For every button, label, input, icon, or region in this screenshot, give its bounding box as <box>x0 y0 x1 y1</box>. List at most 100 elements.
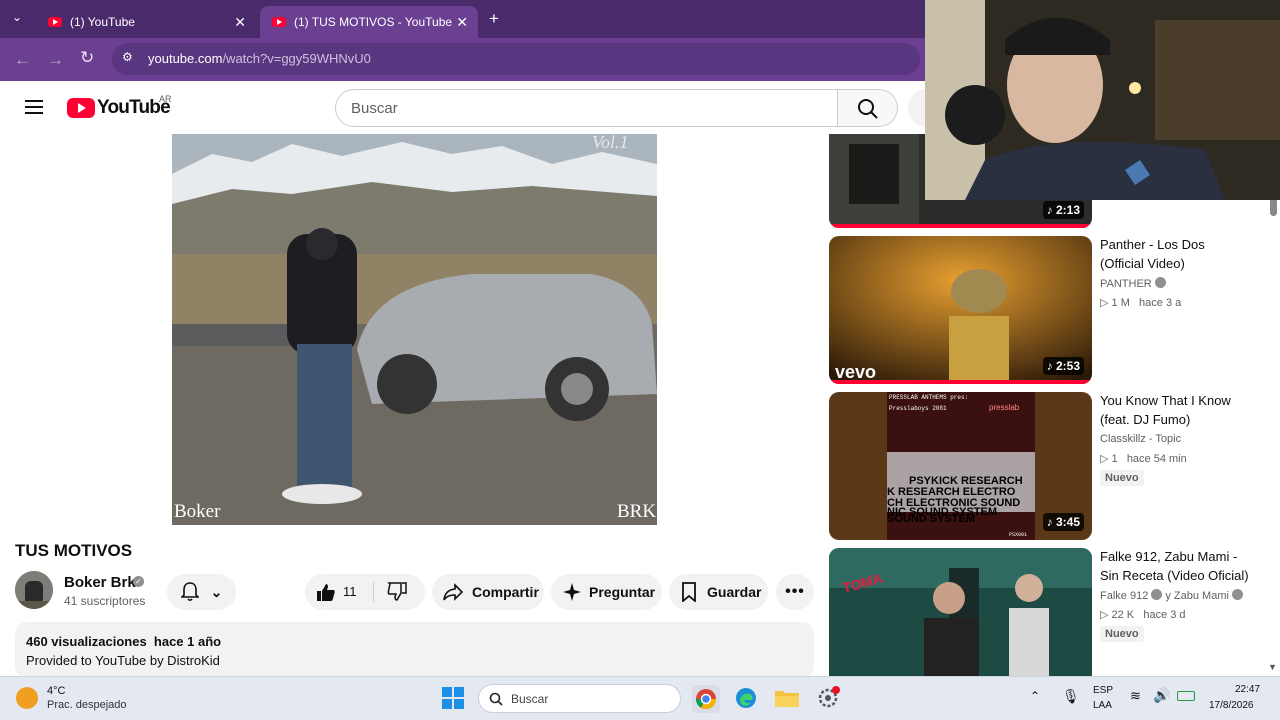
weather-sun-icon <box>16 687 38 709</box>
duration-text: 2:13 <box>1055 203 1080 217</box>
channel-avatar[interactable] <box>15 571 53 609</box>
back-icon[interactable]: ← <box>14 50 31 70</box>
watch-progress-bar <box>829 380 1092 384</box>
youtube-favicon-icon <box>272 17 286 27</box>
channel-name[interactable]: Boker Brk <box>64 574 136 591</box>
scrollbar-thumb[interactable] <box>1270 198 1277 216</box>
wifi-icon[interactable]: ≋ <box>1130 688 1141 704</box>
new-tab-icon[interactable]: + <box>489 9 499 29</box>
related-channel[interactable]: Classkillz - Topic <box>1100 433 1181 445</box>
windows-logo-icon <box>442 687 464 709</box>
verified-icon: ✓ <box>133 576 144 587</box>
windows-taskbar: 4°C Prac. despejado Buscar ⌃ 🎙 ESP LAA ≋… <box>0 676 1280 720</box>
forward-icon[interactable]: → <box>47 50 64 70</box>
settings-taskbar-icon[interactable] <box>816 686 842 712</box>
clock-date[interactable]: 17/8/2026 <box>1209 700 1254 711</box>
ask-button[interactable]: Preguntar <box>551 574 662 610</box>
vevo-logo: vevo <box>835 362 876 382</box>
duration-badge: ♪ 3:45 <box>1042 513 1084 531</box>
tab-youtube-home[interactable]: (1) YouTube ✕ <box>36 6 256 38</box>
related-meta: ▷ 22 K hace 3 d <box>1100 609 1186 621</box>
video-player[interactable]: Boker BRK Vol.1 <box>172 134 657 525</box>
language-layout[interactable]: LAA <box>1093 700 1112 711</box>
url-field[interactable]: ⚙ youtube.com/watch?v=ggy59WHNvU0 <box>112 43 920 75</box>
search-input[interactable]: Buscar <box>335 89 838 127</box>
chrome-taskbar-icon[interactable] <box>692 685 720 713</box>
battery-icon[interactable] <box>1177 691 1195 701</box>
share-button[interactable]: Compartir <box>432 574 544 610</box>
youtube-header: YouTube AR Buscar <box>0 81 946 134</box>
reload-icon[interactable]: ↻ <box>80 48 94 68</box>
browser-tab-bar: ⌄ (1) YouTube ✕ (1) TUS MOTIVOS - YouTub… <box>0 0 925 38</box>
like-button[interactable]: 11 <box>305 574 373 610</box>
dislike-button[interactable] <box>374 574 425 610</box>
search-placeholder: Buscar <box>351 100 398 117</box>
close-tab-icon[interactable]: ✕ <box>456 14 468 31</box>
like-count: 11 <box>343 584 357 599</box>
new-badge: Nuevo <box>1100 626 1144 642</box>
start-button[interactable] <box>441 686 467 712</box>
file-explorer-icon[interactable] <box>774 686 800 712</box>
search-button[interactable] <box>838 89 898 127</box>
share-label: Compartir <box>472 584 539 600</box>
related-thumbnail-4[interactable]: TOMA <box>829 548 1092 676</box>
new-badge: Nuevo <box>1100 470 1144 486</box>
duration-badge: ♪ 2:13 <box>1042 201 1084 219</box>
like-dislike-group: 11 <box>305 574 425 610</box>
search-icon <box>858 99 878 119</box>
thumb-sub: Presslaboys 2081 <box>889 405 947 412</box>
thumb-header: PRESSLAB ANTHEMS pres: <box>889 394 968 401</box>
subscriber-count: 41 suscriptores <box>64 594 146 608</box>
language-code[interactable]: ESP <box>1093 685 1113 696</box>
thumb-corner: PSX001 <box>1009 532 1027 538</box>
thumb-line: SOUND SYSTEM <box>887 513 975 525</box>
related-channel[interactable]: Falke 912 y Zabu Mami <box>1100 589 1243 602</box>
description-text: Provided to YouTube by DistroKid <box>26 653 220 668</box>
volume-icon[interactable]: 🔊 <box>1153 687 1170 704</box>
url-text: youtube.com/watch?v=ggy59WHNvU0 <box>148 51 371 66</box>
save-button[interactable]: Guardar <box>669 574 768 610</box>
chevron-up-icon[interactable]: ⌃ <box>1030 689 1040 703</box>
thumbs-up-icon <box>317 584 335 601</box>
chevron-down-icon: ⌄ <box>210 583 223 600</box>
more-actions-button[interactable]: ••• <box>776 574 814 610</box>
subscribe-bell-button[interactable]: ⌄ <box>167 574 236 610</box>
channel-text-2: y Zabu Mami <box>1165 590 1229 602</box>
upload-age: hace 3 a <box>1139 297 1182 309</box>
tab-tus-motivos[interactable]: (1) TUS MOTIVOS - YouTube ✕ <box>260 6 478 38</box>
related-title[interactable]: Falke 912, Zabu Mami - Sin Receta (Video… <box>1100 547 1250 585</box>
edge-taskbar-icon[interactable] <box>734 686 760 712</box>
view-count: 1 <box>1111 453 1118 465</box>
description-box[interactable]: 460 visualizaciones hace 1 año Provided … <box>15 622 814 678</box>
duration-badge: ♪ 2:53 <box>1042 357 1084 375</box>
cover-vol-text: Vol.1 <box>592 134 629 152</box>
related-thumbnail-2[interactable]: vevo ♪ 2:53 <box>829 236 1092 384</box>
save-label: Guardar <box>707 584 762 600</box>
country-code: AR <box>159 94 172 104</box>
view-count: 1 M <box>1111 297 1130 309</box>
weather-temp: 4°C <box>47 685 66 697</box>
views-and-date: 460 visualizaciones hace 1 año <box>26 634 222 649</box>
weather-widget[interactable]: 4°C Prac. despejado <box>16 683 146 715</box>
related-meta: ▷ 1 M hace 3 a <box>1100 297 1182 309</box>
cover-artist-text: Boker <box>174 501 221 522</box>
scroll-down-arrow-icon[interactable]: ▼ <box>1268 662 1277 672</box>
hamburger-menu-icon[interactable] <box>25 100 43 114</box>
more-horizontal-icon: ••• <box>785 583 805 600</box>
related-thumbnail-3[interactable]: PRESSLAB ANTHEMS pres: Presslaboys 2081 … <box>829 392 1092 540</box>
related-channel[interactable]: PANTHER <box>1100 277 1166 290</box>
youtube-logo-icon[interactable] <box>67 98 95 118</box>
related-title[interactable]: You Know That I Know (feat. DJ Fumo) <box>1100 391 1250 429</box>
clock-time[interactable]: 22:47 <box>1235 684 1260 695</box>
channel-text: PANTHER <box>1100 278 1152 290</box>
taskbar-search[interactable]: Buscar <box>478 684 681 713</box>
close-tab-icon[interactable]: ✕ <box>234 14 246 31</box>
microphone-icon[interactable]: 🎙 <box>1062 688 1080 705</box>
browser-address-bar: ← → ↻ ⚙ youtube.com/watch?v=ggy59WHNvU0 <box>0 38 925 81</box>
url-path: /watch?v=ggy59WHNvU0 <box>222 51 371 66</box>
site-info-icon[interactable]: ⚙ <box>122 50 133 64</box>
tab-search-chevron-icon[interactable]: ⌄ <box>12 10 22 24</box>
weather-desc: Prac. despejado <box>47 699 127 711</box>
related-title[interactable]: Panther - Los Dos (Official Video) <box>1100 235 1250 273</box>
thumbs-down-icon <box>387 582 407 601</box>
